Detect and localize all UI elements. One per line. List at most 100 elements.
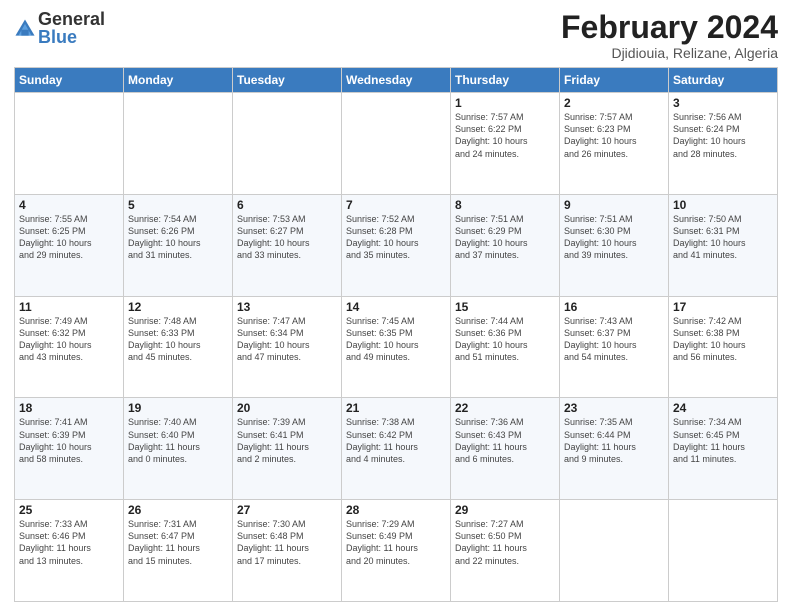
calendar-cell: 27Sunrise: 7:30 AM Sunset: 6:48 PM Dayli… (233, 500, 342, 602)
month-title: February 2024 (561, 10, 778, 45)
day-number: 15 (455, 300, 555, 314)
calendar-cell (124, 93, 233, 195)
calendar-table: Sunday Monday Tuesday Wednesday Thursday… (14, 67, 778, 602)
col-wednesday: Wednesday (342, 68, 451, 93)
day-number: 3 (673, 96, 773, 110)
day-number: 21 (346, 401, 446, 415)
calendar-cell: 20Sunrise: 7:39 AM Sunset: 6:41 PM Dayli… (233, 398, 342, 500)
calendar-cell (15, 93, 124, 195)
col-monday: Monday (124, 68, 233, 93)
day-detail: Sunrise: 7:45 AM Sunset: 6:35 PM Dayligh… (346, 315, 446, 364)
calendar-cell: 12Sunrise: 7:48 AM Sunset: 6:33 PM Dayli… (124, 296, 233, 398)
day-number: 16 (564, 300, 664, 314)
calendar-cell: 3Sunrise: 7:56 AM Sunset: 6:24 PM Daylig… (669, 93, 778, 195)
calendar-cell (233, 93, 342, 195)
day-detail: Sunrise: 7:52 AM Sunset: 6:28 PM Dayligh… (346, 213, 446, 262)
calendar-cell: 29Sunrise: 7:27 AM Sunset: 6:50 PM Dayli… (451, 500, 560, 602)
day-number: 7 (346, 198, 446, 212)
day-number: 25 (19, 503, 119, 517)
day-number: 6 (237, 198, 337, 212)
calendar-week-0: 1Sunrise: 7:57 AM Sunset: 6:22 PM Daylig… (15, 93, 778, 195)
day-detail: Sunrise: 7:57 AM Sunset: 6:22 PM Dayligh… (455, 111, 555, 160)
col-saturday: Saturday (669, 68, 778, 93)
day-detail: Sunrise: 7:51 AM Sunset: 6:30 PM Dayligh… (564, 213, 664, 262)
calendar-week-1: 4Sunrise: 7:55 AM Sunset: 6:25 PM Daylig… (15, 194, 778, 296)
location: Djidiouia, Relizane, Algeria (561, 45, 778, 61)
day-detail: Sunrise: 7:43 AM Sunset: 6:37 PM Dayligh… (564, 315, 664, 364)
title-block: February 2024 Djidiouia, Relizane, Alger… (561, 10, 778, 61)
day-detail: Sunrise: 7:39 AM Sunset: 6:41 PM Dayligh… (237, 416, 337, 465)
calendar-cell: 24Sunrise: 7:34 AM Sunset: 6:45 PM Dayli… (669, 398, 778, 500)
day-number: 27 (237, 503, 337, 517)
calendar-cell (669, 500, 778, 602)
day-detail: Sunrise: 7:50 AM Sunset: 6:31 PM Dayligh… (673, 213, 773, 262)
logo-icon (14, 18, 36, 40)
day-detail: Sunrise: 7:48 AM Sunset: 6:33 PM Dayligh… (128, 315, 228, 364)
day-detail: Sunrise: 7:31 AM Sunset: 6:47 PM Dayligh… (128, 518, 228, 567)
day-detail: Sunrise: 7:49 AM Sunset: 6:32 PM Dayligh… (19, 315, 119, 364)
calendar-cell: 15Sunrise: 7:44 AM Sunset: 6:36 PM Dayli… (451, 296, 560, 398)
calendar-cell: 17Sunrise: 7:42 AM Sunset: 6:38 PM Dayli… (669, 296, 778, 398)
page: General Blue February 2024 Djidiouia, Re… (0, 0, 792, 612)
day-detail: Sunrise: 7:30 AM Sunset: 6:48 PM Dayligh… (237, 518, 337, 567)
calendar-cell: 6Sunrise: 7:53 AM Sunset: 6:27 PM Daylig… (233, 194, 342, 296)
day-detail: Sunrise: 7:36 AM Sunset: 6:43 PM Dayligh… (455, 416, 555, 465)
logo-text: General Blue (38, 10, 105, 46)
day-number: 11 (19, 300, 119, 314)
col-thursday: Thursday (451, 68, 560, 93)
day-detail: Sunrise: 7:40 AM Sunset: 6:40 PM Dayligh… (128, 416, 228, 465)
day-number: 19 (128, 401, 228, 415)
col-tuesday: Tuesday (233, 68, 342, 93)
calendar-cell: 13Sunrise: 7:47 AM Sunset: 6:34 PM Dayli… (233, 296, 342, 398)
day-detail: Sunrise: 7:56 AM Sunset: 6:24 PM Dayligh… (673, 111, 773, 160)
calendar-cell: 19Sunrise: 7:40 AM Sunset: 6:40 PM Dayli… (124, 398, 233, 500)
day-detail: Sunrise: 7:41 AM Sunset: 6:39 PM Dayligh… (19, 416, 119, 465)
calendar-cell: 9Sunrise: 7:51 AM Sunset: 6:30 PM Daylig… (560, 194, 669, 296)
day-number: 18 (19, 401, 119, 415)
day-number: 24 (673, 401, 773, 415)
calendar-week-4: 25Sunrise: 7:33 AM Sunset: 6:46 PM Dayli… (15, 500, 778, 602)
calendar-cell: 2Sunrise: 7:57 AM Sunset: 6:23 PM Daylig… (560, 93, 669, 195)
day-number: 20 (237, 401, 337, 415)
col-friday: Friday (560, 68, 669, 93)
day-number: 23 (564, 401, 664, 415)
calendar-cell: 18Sunrise: 7:41 AM Sunset: 6:39 PM Dayli… (15, 398, 124, 500)
day-number: 14 (346, 300, 446, 314)
calendar-cell: 11Sunrise: 7:49 AM Sunset: 6:32 PM Dayli… (15, 296, 124, 398)
day-number: 8 (455, 198, 555, 212)
day-detail: Sunrise: 7:57 AM Sunset: 6:23 PM Dayligh… (564, 111, 664, 160)
day-number: 29 (455, 503, 555, 517)
day-detail: Sunrise: 7:34 AM Sunset: 6:45 PM Dayligh… (673, 416, 773, 465)
calendar-cell: 4Sunrise: 7:55 AM Sunset: 6:25 PM Daylig… (15, 194, 124, 296)
calendar-cell: 7Sunrise: 7:52 AM Sunset: 6:28 PM Daylig… (342, 194, 451, 296)
day-number: 12 (128, 300, 228, 314)
calendar-cell: 10Sunrise: 7:50 AM Sunset: 6:31 PM Dayli… (669, 194, 778, 296)
day-detail: Sunrise: 7:42 AM Sunset: 6:38 PM Dayligh… (673, 315, 773, 364)
calendar-cell (342, 93, 451, 195)
calendar-cell: 5Sunrise: 7:54 AM Sunset: 6:26 PM Daylig… (124, 194, 233, 296)
logo-blue: Blue (38, 28, 105, 46)
header: General Blue February 2024 Djidiouia, Re… (14, 10, 778, 61)
calendar-cell: 26Sunrise: 7:31 AM Sunset: 6:47 PM Dayli… (124, 500, 233, 602)
day-number: 26 (128, 503, 228, 517)
calendar-cell: 25Sunrise: 7:33 AM Sunset: 6:46 PM Dayli… (15, 500, 124, 602)
day-detail: Sunrise: 7:51 AM Sunset: 6:29 PM Dayligh… (455, 213, 555, 262)
day-detail: Sunrise: 7:38 AM Sunset: 6:42 PM Dayligh… (346, 416, 446, 465)
calendar-cell: 1Sunrise: 7:57 AM Sunset: 6:22 PM Daylig… (451, 93, 560, 195)
day-detail: Sunrise: 7:47 AM Sunset: 6:34 PM Dayligh… (237, 315, 337, 364)
logo: General Blue (14, 10, 105, 46)
day-detail: Sunrise: 7:33 AM Sunset: 6:46 PM Dayligh… (19, 518, 119, 567)
day-number: 22 (455, 401, 555, 415)
day-detail: Sunrise: 7:35 AM Sunset: 6:44 PM Dayligh… (564, 416, 664, 465)
calendar-cell: 8Sunrise: 7:51 AM Sunset: 6:29 PM Daylig… (451, 194, 560, 296)
col-sunday: Sunday (15, 68, 124, 93)
day-detail: Sunrise: 7:27 AM Sunset: 6:50 PM Dayligh… (455, 518, 555, 567)
day-detail: Sunrise: 7:44 AM Sunset: 6:36 PM Dayligh… (455, 315, 555, 364)
calendar-cell: 16Sunrise: 7:43 AM Sunset: 6:37 PM Dayli… (560, 296, 669, 398)
day-number: 2 (564, 96, 664, 110)
logo-general: General (38, 10, 105, 28)
calendar-week-3: 18Sunrise: 7:41 AM Sunset: 6:39 PM Dayli… (15, 398, 778, 500)
calendar-cell: 28Sunrise: 7:29 AM Sunset: 6:49 PM Dayli… (342, 500, 451, 602)
day-number: 5 (128, 198, 228, 212)
day-number: 17 (673, 300, 773, 314)
